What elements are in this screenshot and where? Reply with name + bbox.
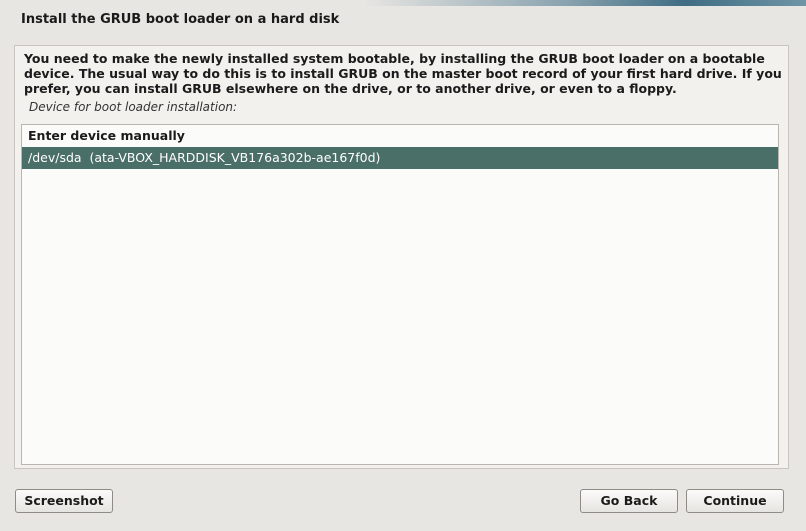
description-text: You need to make the newly installed sys… [24,51,782,96]
header-banner-strip [0,0,806,6]
continue-button[interactable]: Continue [686,489,784,513]
page-title: Install the GRUB boot loader on a hard d… [21,12,340,27]
content-panel: You need to make the newly installed sys… [14,45,789,469]
list-item-enter-manually[interactable]: Enter device manually [22,125,778,147]
screenshot-button[interactable]: Screenshot [15,489,113,513]
device-list[interactable]: Enter device manually /dev/sda (ata-VBOX… [21,124,779,465]
device-prompt-label: Device for boot loader installation: [29,100,238,114]
list-item-dev-sda[interactable]: /dev/sda (ata-VBOX_HARDDISK_VB176a302b-a… [22,147,778,169]
go-back-button[interactable]: Go Back [580,489,678,513]
